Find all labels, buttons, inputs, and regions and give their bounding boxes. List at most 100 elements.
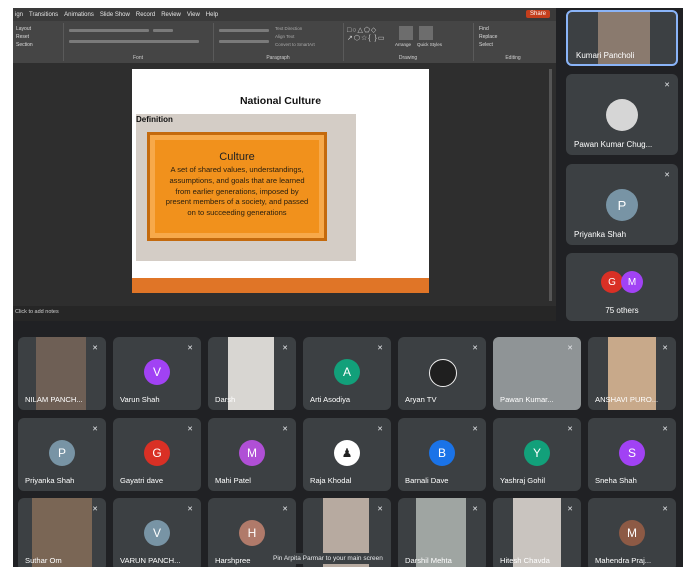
quick-styles-icon[interactable] — [419, 26, 433, 40]
font-size-box[interactable] — [153, 29, 173, 32]
mic-off-icon: ✕ — [282, 345, 288, 352]
list-buttons[interactable] — [219, 29, 269, 32]
tab-view[interactable]: View — [187, 12, 200, 18]
participant-name: Barnali Dave — [405, 476, 449, 485]
vertical-scrollbar[interactable] — [549, 69, 552, 301]
participant-name: Sneha Shah — [595, 476, 637, 485]
arrange-icon[interactable] — [399, 26, 413, 40]
font-group-label: Font — [132, 55, 143, 61]
tab-transitions[interactable]: Transitions — [29, 12, 58, 18]
participant-tile-kumari[interactable]: Kumari Pancholi — [566, 10, 678, 66]
text-direction-button[interactable]: Text Direction — [275, 25, 315, 33]
meet-window: ign Transitions Animations Slide Show Re… — [13, 8, 683, 567]
participant-tile[interactable]: ✕ Darshil Mehta — [398, 498, 486, 567]
mic-off-icon: ✕ — [662, 345, 668, 352]
tab-record[interactable]: Record — [136, 12, 155, 18]
tab-review[interactable]: Review — [161, 12, 181, 18]
avatar — [429, 359, 457, 387]
participant-tile[interactable]: ✕ ANSHAVI PURO... — [588, 337, 676, 410]
mic-off-icon: ✕ — [282, 506, 288, 513]
avatar: B — [429, 440, 455, 466]
participant-tile[interactable]: ✕ G Gayatri dave — [113, 418, 201, 491]
tab-animations[interactable]: Animations — [64, 12, 94, 18]
ribbon-toolbar: Layout Reset Section Font Text Direction… — [13, 21, 556, 63]
mic-off-icon: ✕ — [187, 426, 193, 433]
avatar: A — [334, 359, 360, 385]
editing-group: Find Replace Select Editing — [473, 23, 553, 61]
others-tile[interactable]: G M 75 others — [566, 253, 678, 321]
participant-tile[interactable]: ✕ M Mahi Patel — [208, 418, 296, 491]
mic-off-icon: ✕ — [92, 426, 98, 433]
definition-label: Definition — [136, 115, 173, 124]
slide-footer-bar — [132, 278, 429, 293]
avatar: H — [239, 520, 265, 546]
participant-name: VARUN PANCH... — [120, 556, 181, 565]
shapes-gallery[interactable]: □○△⬠◇ ↗⬡☆{ }▭ — [347, 27, 386, 43]
participant-tile[interactable]: ✕ V Varun Shah — [113, 337, 201, 410]
paragraph-group: Text Direction Align Text Convert to Sma… — [213, 23, 344, 61]
culture-box-title: Culture — [219, 151, 255, 163]
tab-slide-show[interactable]: Slide Show — [100, 12, 130, 18]
participant-tile[interactable]: ✕ B Barnali Dave — [398, 418, 486, 491]
participant-name: Mahendra Praj... — [595, 556, 652, 565]
mic-off-icon: ✕ — [377, 506, 383, 513]
participant-tile[interactable]: ✕ A Arti Asodiya — [303, 337, 391, 410]
participant-name: Raja Khodal — [310, 476, 352, 485]
mic-off-icon: ✕ — [92, 345, 98, 352]
participant-tile[interactable]: ✕ Aryan TV — [398, 337, 486, 410]
mic-off-icon: ✕ — [567, 426, 573, 433]
layout-button[interactable]: Layout — [16, 25, 33, 33]
participant-name: Kumari Pancholi — [576, 51, 635, 60]
mic-off-icon: ✕ — [472, 426, 478, 433]
share-button[interactable]: Share — [525, 10, 550, 18]
paragraph-group-label: Paragraph — [266, 55, 290, 61]
quick-styles-button[interactable]: Quick Styles — [417, 42, 442, 47]
align-text-button[interactable]: Align Text — [275, 33, 315, 41]
participant-name: ANSHAVI PURO... — [595, 395, 659, 404]
arrange-button[interactable]: Arrange — [395, 42, 411, 47]
participant-name: Pawan Kumar Chug... — [574, 140, 653, 149]
font-format-buttons[interactable] — [69, 40, 199, 43]
culture-box: Culture A set of shared values, understa… — [147, 132, 327, 241]
replace-button[interactable]: Replace — [479, 33, 497, 41]
participant-tile-priyanka[interactable]: ✕ P Priyanka Shah — [566, 164, 678, 245]
select-button[interactable]: Select — [479, 41, 497, 49]
participant-tile[interactable]: ✕ S Sneha Shah — [588, 418, 676, 491]
current-slide[interactable]: National Culture Definition Culture A se… — [132, 69, 429, 293]
participant-name: Arti Asodiya — [310, 395, 351, 404]
mic-off-icon: ✕ — [377, 345, 383, 352]
tab-design[interactable]: ign — [15, 12, 23, 18]
participant-tile[interactable]: ✕ P Priyanka Shah — [18, 418, 106, 491]
mic-off-icon: ✕ — [472, 506, 478, 513]
pin-tooltip: Pin Arpita Parmar to your main screen — [269, 553, 387, 564]
participant-name: Suthar Om — [25, 556, 62, 565]
participant-tile[interactable]: ✕ Hitesh Chavda — [493, 498, 581, 567]
drawing-group: □○△⬠◇ ↗⬡☆{ }▭ Arrange Quick Styles Drawin… — [343, 23, 474, 61]
notes-pane[interactable]: Click to add notes — [13, 306, 556, 321]
font-name-box[interactable] — [69, 29, 149, 32]
participant-name: Hitesh Chavda — [500, 556, 550, 565]
align-buttons[interactable] — [219, 40, 269, 43]
avatar: ♟ — [334, 440, 360, 466]
participant-tile[interactable]: ✕ V VARUN PANCH... — [113, 498, 201, 567]
participant-tile-pawan[interactable]: ✕ Pawan Kumar Chug... — [566, 74, 678, 155]
participant-tile[interactable]: ✕ ♟ Raja Khodal — [303, 418, 391, 491]
participant-tile[interactable]: ✕ Pawan Kumar... — [493, 337, 581, 410]
participant-tile[interactable]: ✕ NILAM PANCH... — [18, 337, 106, 410]
find-button[interactable]: Find — [479, 25, 497, 33]
avatar: S — [619, 440, 645, 466]
smartart-button[interactable]: Convert to SmartArt — [275, 41, 315, 49]
participant-tile[interactable]: ✕ M Mahendra Praj... — [588, 498, 676, 567]
participant-tile[interactable]: ✕ Suthar Om — [18, 498, 106, 567]
others-count: 75 others — [605, 306, 639, 315]
participant-tile[interactable]: ✕ Y Yashraj Gohil — [493, 418, 581, 491]
avatar: G — [144, 440, 170, 466]
participant-tile[interactable]: ✕ Darsh — [208, 337, 296, 410]
slides-group: Layout Reset Section — [13, 23, 64, 61]
reset-button[interactable]: Reset — [16, 33, 33, 41]
tab-help[interactable]: Help — [206, 12, 218, 18]
section-button[interactable]: Section — [16, 41, 33, 49]
avatar: V — [144, 520, 170, 546]
mic-off-icon: ✕ — [92, 506, 98, 513]
font-group: Font — [63, 23, 214, 61]
